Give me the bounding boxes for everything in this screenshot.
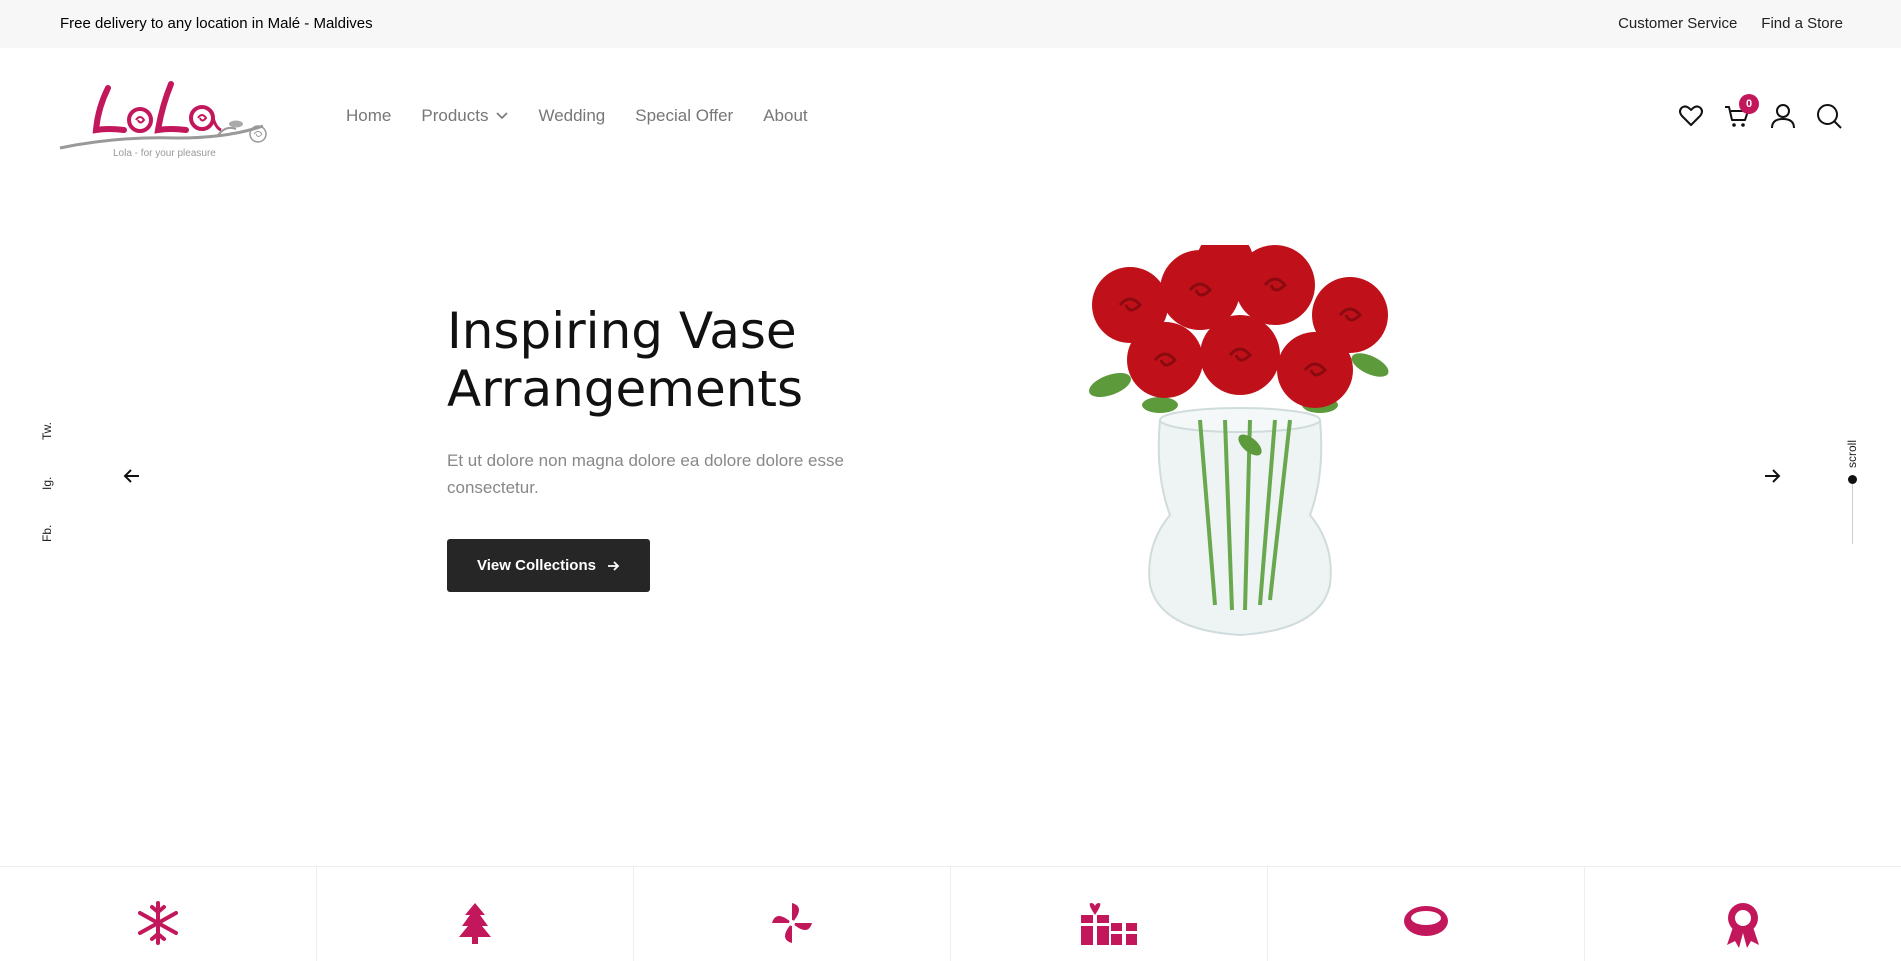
nav-products[interactable]: Products (421, 106, 509, 126)
pinwheel-icon (772, 903, 812, 943)
snowflake-icon (138, 901, 178, 945)
nav-home-label: Home (346, 106, 392, 125)
top-bar: Free delivery to any location in Malé - … (0, 0, 1901, 48)
category-cell[interactable] (1585, 867, 1901, 961)
nav-wedding[interactable]: Wedding (538, 106, 605, 126)
hero-description: Et ut dolore non magna dolore ea dolore … (447, 451, 844, 497)
hero-title-line1: Inspiring Vase (447, 302, 797, 360)
find-store-link[interactable]: Find a Store (1761, 15, 1843, 32)
christmas-tree-icon (459, 903, 491, 944)
scroll-dot (1848, 475, 1857, 484)
award-icon (1727, 903, 1759, 948)
nav-special-offer-label: Special Offer (635, 106, 734, 125)
wishlist-button[interactable] (1677, 102, 1705, 130)
gift-icon (1081, 903, 1137, 945)
user-icon (1771, 104, 1795, 129)
slider-prev-button[interactable] (120, 464, 144, 488)
arrow-right-icon (1765, 469, 1781, 483)
cart-button[interactable]: 0 (1723, 94, 1759, 130)
logo-tagline: Lola - for your pleasure (113, 148, 216, 158)
main-nav: Home Products Wedding Special Offer Abou… (346, 106, 838, 126)
customer-service-link[interactable]: Customer Service (1618, 15, 1737, 32)
arrow-left-icon (123, 469, 139, 483)
delivery-promo: Free delivery to any location in Malé - … (60, 15, 373, 32)
cart-count-badge: 0 (1739, 94, 1759, 114)
heart-icon (1679, 105, 1703, 126)
lola-logo[interactable]: Lola - for your pleasure (58, 78, 273, 159)
chevron-down-icon (496, 112, 509, 120)
ring-icon (1404, 906, 1448, 936)
category-cell[interactable] (317, 867, 634, 961)
slider-next-button[interactable] (1760, 464, 1784, 488)
account-button[interactable] (1769, 102, 1797, 130)
top-links: Customer Service Find a Store (1618, 15, 1843, 32)
category-cell[interactable] (951, 867, 1268, 961)
search-button[interactable] (1815, 102, 1843, 130)
header-actions: 0 (1677, 94, 1843, 130)
category-icons-strip (0, 866, 1901, 961)
scroll-indicator[interactable]: scroll (1843, 430, 1863, 545)
instagram-link[interactable]: Ig. (40, 477, 54, 490)
nav-wedding-label: Wedding (538, 106, 606, 125)
view-collections-label: View Collections (477, 557, 596, 574)
hero-title-line2: Arrangements (447, 360, 804, 418)
nav-special-offer[interactable]: Special Offer (635, 106, 733, 126)
category-cell[interactable] (0, 867, 317, 961)
nav-home[interactable]: Home (346, 106, 391, 126)
arrow-right-icon (607, 560, 620, 571)
nav-about[interactable]: About (763, 106, 807, 126)
view-collections-button[interactable]: View Collections (447, 539, 650, 592)
search-icon (1817, 104, 1842, 129)
scroll-label: scroll (1845, 439, 1859, 468)
social-links: Tw. Ig. Fb. (40, 410, 60, 550)
twitter-link[interactable]: Tw. (40, 422, 54, 440)
hero-title: Inspiring Vase Arrangements (447, 302, 947, 418)
category-cell[interactable] (634, 867, 951, 961)
category-cell[interactable] (1268, 867, 1585, 961)
nav-about-label: About (763, 106, 808, 125)
facebook-link[interactable]: Fb. (40, 525, 54, 542)
roses-vase-image (1050, 232, 1430, 645)
nav-products-label: Products (421, 106, 489, 125)
scroll-track (1852, 484, 1853, 544)
site-header: Lola - for your pleasure Home Products W… (0, 48, 1901, 188)
